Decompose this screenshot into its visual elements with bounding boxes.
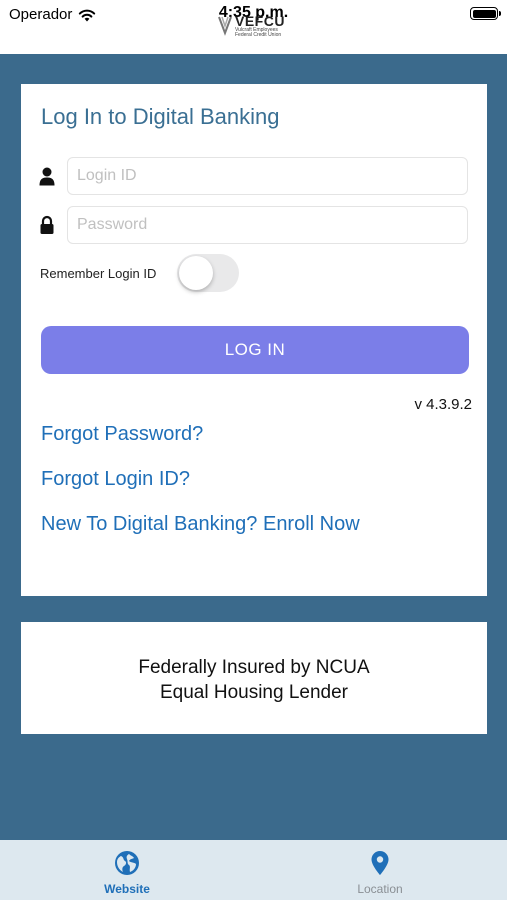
vefcu-logo: VEFCU Vulcraft Employees Federal Credit …: [218, 14, 285, 38]
equal-housing-text: Equal Housing Lender: [159, 682, 349, 703]
logo-subtitle-2: Federal Credit Union: [235, 32, 282, 38]
login-id-input[interactable]: [67, 157, 468, 195]
login-id-row: [39, 157, 469, 195]
status-bar: Operador 4:35 p.m. VEFCU Vulcraft Employ…: [0, 0, 507, 54]
password-row: [39, 206, 469, 244]
login-card: Log In to Digital Banking Remember Login…: [21, 84, 487, 596]
location-pin-icon: [371, 851, 389, 875]
forgot-password-link[interactable]: Forgot Password?: [41, 423, 203, 446]
login-button[interactable]: LOG IN: [41, 326, 469, 374]
version-label: v 4.3.9.2: [414, 396, 472, 413]
ncua-text: Federally Insured by NCUA: [138, 657, 370, 678]
tab-location[interactable]: Location: [320, 850, 440, 896]
password-input[interactable]: [67, 206, 468, 244]
enroll-link[interactable]: New To Digital Banking? Enroll Now: [41, 513, 360, 536]
remember-login-label: Remember Login ID: [40, 266, 157, 281]
toggle-knob: [179, 256, 213, 290]
remember-login-toggle[interactable]: [177, 254, 239, 292]
user-icon: [39, 167, 55, 186]
globe-icon: [115, 851, 139, 875]
logo-name: VEFCU: [235, 13, 285, 29]
battery-icon: [470, 7, 501, 20]
page-title: Log In to Digital Banking: [41, 104, 280, 129]
tab-website-label: Website: [104, 882, 150, 896]
insurance-card: Federally Insured by NCUA Equal Housing …: [21, 622, 487, 734]
tab-website[interactable]: Website: [67, 850, 187, 896]
lock-icon: [40, 215, 54, 234]
forgot-login-id-link[interactable]: Forgot Login ID?: [41, 468, 190, 491]
tab-location-label: Location: [357, 882, 403, 896]
tab-bar: Website Location: [0, 840, 507, 900]
logo-mark-icon: [218, 16, 232, 36]
